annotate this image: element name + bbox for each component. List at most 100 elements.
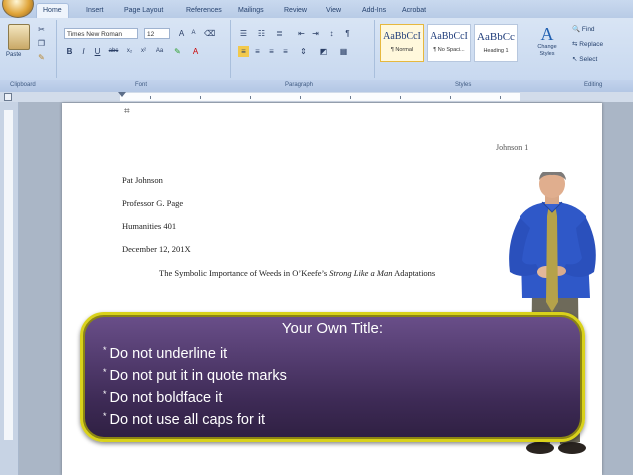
caption-bullet: * Do not put it in quote marks <box>103 367 287 384</box>
style-normal[interactable]: AaBbCcI ¶ Normal <box>380 24 424 62</box>
justify-icon[interactable]: ≡ <box>280 46 291 57</box>
font-size-field[interactable]: 12 <box>144 28 170 39</box>
tab-review[interactable]: Review <box>278 4 313 18</box>
format-painter-icon[interactable]: ✎ <box>36 52 47 63</box>
group-clipboard: Paste ✂ ❐ ✎ <box>0 20 57 78</box>
style-normal-name: ¶ Normal <box>390 47 414 53</box>
tab-references[interactable]: References <box>180 4 228 18</box>
tab-add-ins[interactable]: Add-Ins <box>356 4 392 18</box>
change-styles-button[interactable]: A Change Styles <box>530 24 564 68</box>
ruler-tick <box>200 96 201 99</box>
bullet-star-icon: * <box>103 389 107 399</box>
change-case-icon[interactable]: Aa <box>154 46 165 57</box>
multilevel-list-icon[interactable]: ≣ <box>274 28 285 39</box>
cut-icon[interactable]: ✂ <box>36 24 47 35</box>
group-paragraph: ☰ ☷ ≣ ⇤ ⇥ ↕ ¶ ≡ ≡ ≡ ≡ ⇕ ◩ ▦ <box>234 20 375 78</box>
caption-title: Your Own Title: <box>281 320 384 337</box>
title-prefix: The Symbolic Importance of Weeds in O’Ke… <box>159 268 330 278</box>
caption-bullet: * Do not boldface it <box>103 389 222 406</box>
clear-format-icon[interactable]: ⌫ <box>204 28 215 39</box>
header-area-icon: ⌗ <box>124 106 130 117</box>
first-line-indent-marker[interactable] <box>118 92 126 97</box>
author-line: Pat Johnson <box>122 175 163 185</box>
tab-mailings[interactable]: Mailings <box>232 4 270 18</box>
ruler-tick <box>450 96 451 99</box>
ruler-tick <box>300 96 301 99</box>
group-font: Times New Roman 12 A A ⌫ B I U abc x₂ x²… <box>60 20 231 78</box>
tab-insert[interactable]: Insert <box>80 4 110 18</box>
select-button[interactable]: ↖ Select <box>572 55 597 63</box>
ruler-tick <box>150 96 151 99</box>
find-button[interactable]: 🔍 Find <box>572 25 595 33</box>
align-right-icon[interactable]: ≡ <box>266 46 277 57</box>
increase-indent-icon[interactable]: ⇥ <box>310 28 321 39</box>
bullet-star-icon: * <box>103 367 107 377</box>
replace-label: Replace <box>579 41 604 48</box>
align-left-icon[interactable]: ≡ <box>238 46 249 57</box>
font-name-field[interactable]: Times New Roman <box>64 28 138 39</box>
vertical-ruler-text-area <box>4 110 13 440</box>
style-no-spacing[interactable]: AaBbCcI ¶ No Spaci... <box>427 24 471 62</box>
decrease-indent-icon[interactable]: ⇤ <box>296 28 307 39</box>
style-no-spacing-name: ¶ No Spaci... <box>433 47 465 53</box>
caption-bullet: * Do not underline it <box>103 345 227 362</box>
show-formatting-icon[interactable]: ¶ <box>342 28 353 39</box>
bullets-icon[interactable]: ☰ <box>238 28 249 39</box>
group-label-clipboard: Clipboard <box>10 82 36 88</box>
align-center-icon[interactable]: ≡ <box>252 46 263 57</box>
tab-home[interactable]: Home <box>36 3 69 18</box>
group-label-font: Font <box>135 82 148 88</box>
ribbon-tab-bar: Home Insert Page Layout References Maili… <box>0 0 633 18</box>
group-label-styles: Styles <box>455 82 472 88</box>
group-label-editing: Editing <box>584 82 603 88</box>
underline-icon[interactable]: U <box>92 46 103 57</box>
page-header: Johnson 1 <box>496 143 529 152</box>
bullet-star-icon: * <box>103 345 107 355</box>
essay-title: The Symbolic Importance of Weeds in O’Ke… <box>159 268 435 278</box>
find-icon: 🔍 <box>572 26 581 33</box>
paste-label: Paste <box>6 52 22 58</box>
highlight-icon[interactable]: ✎ <box>172 46 183 57</box>
bullet-star-icon: * <box>103 411 107 421</box>
sort-icon[interactable]: ↕ <box>326 28 337 39</box>
title-suffix: Adaptations <box>392 268 436 278</box>
superscript-icon[interactable]: x² <box>138 46 149 57</box>
select-label: Select <box>579 56 598 63</box>
change-styles-label: Change Styles <box>537 44 557 57</box>
ruler-tick <box>350 96 351 99</box>
caption-bullet: * Do not use all caps for it <box>103 411 265 428</box>
ruler-tick <box>400 96 401 99</box>
tab-page-layout[interactable]: Page Layout <box>118 4 169 18</box>
group-label-paragraph: Paragraph <box>285 82 314 88</box>
style-heading-1-name: Heading 1 <box>483 48 509 54</box>
borders-icon[interactable]: ▦ <box>338 46 349 57</box>
replace-button[interactable]: ⇆ Replace <box>572 40 603 48</box>
line-spacing-icon[interactable]: ⇕ <box>298 46 309 57</box>
style-heading-1-sample: AaBbCc <box>477 31 515 43</box>
select-icon: ↖ <box>572 56 578 63</box>
bullet-text: Do not use all caps for it <box>109 412 266 428</box>
font-color-icon[interactable]: A <box>190 46 201 57</box>
tab-view[interactable]: View <box>320 4 347 18</box>
paste-icon[interactable] <box>8 24 30 50</box>
shading-icon[interactable]: ◩ <box>318 46 329 57</box>
shrink-font-icon[interactable]: A <box>188 28 199 39</box>
ruler-tick <box>250 96 251 99</box>
professor-line: Professor G. Page <box>122 198 184 208</box>
ruler-tick <box>500 96 501 99</box>
title-italic: Strong Like a Man <box>329 268 393 278</box>
numbering-icon[interactable]: ☷ <box>256 28 267 39</box>
bullet-text: Do not boldface it <box>109 390 223 406</box>
find-label: Find <box>581 26 595 33</box>
italic-icon[interactable]: I <box>78 46 89 57</box>
grow-font-icon[interactable]: A <box>176 28 187 39</box>
strikethrough-icon[interactable]: abc <box>108 46 119 57</box>
tab-selector-icon[interactable] <box>4 93 12 101</box>
style-heading-1[interactable]: AaBbCc Heading 1 <box>474 24 518 62</box>
subscript-icon[interactable]: x₂ <box>124 46 135 57</box>
copy-icon[interactable]: ❐ <box>36 38 47 49</box>
style-normal-sample: AaBbCcI <box>383 31 421 42</box>
bold-icon[interactable]: B <box>64 46 75 57</box>
replace-icon: ⇆ <box>572 41 578 48</box>
tab-acrobat[interactable]: Acrobat <box>396 4 432 18</box>
